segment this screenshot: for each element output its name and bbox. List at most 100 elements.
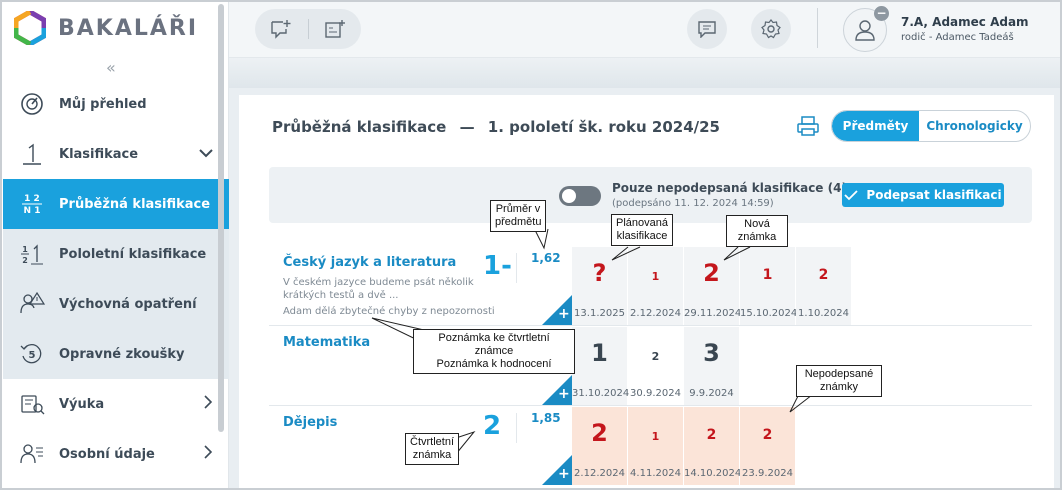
grade-value: 2 bbox=[591, 419, 608, 447]
messages-button[interactable] bbox=[687, 9, 727, 49]
view-switch: Předměty Chronologicky bbox=[831, 110, 1031, 142]
view-subjects-button[interactable]: Předměty bbox=[832, 111, 919, 141]
quarter-grade: 2 bbox=[483, 411, 502, 441]
chevron-right-icon bbox=[203, 445, 213, 463]
person-warning-icon bbox=[19, 291, 45, 317]
grade-date: 23.9.2024 bbox=[742, 468, 793, 479]
bakalari-logo-icon bbox=[14, 11, 46, 45]
callout-line: Plánovaná bbox=[616, 217, 668, 229]
grade-date: 31.10.2024 bbox=[572, 388, 630, 399]
grade-value: 2 bbox=[818, 267, 829, 283]
unsigned-only-toggle[interactable] bbox=[559, 186, 601, 206]
double-chevron-left-icon[interactable]: « bbox=[106, 58, 116, 77]
callout-line: známky bbox=[820, 381, 858, 393]
new-note-icon[interactable] bbox=[315, 9, 355, 49]
subject-average: 1,62 bbox=[531, 251, 561, 265]
profile-icon bbox=[19, 441, 45, 467]
callout-line: Nepodepsané bbox=[804, 368, 874, 380]
new-message-icon[interactable] bbox=[261, 9, 301, 49]
grade-value: 2 bbox=[651, 350, 660, 363]
grade-date: 30.9.2024 bbox=[630, 388, 681, 399]
top-bar: − 7.A, Adamec Adam rodič - Adamec Tadeáš bbox=[229, 0, 1062, 58]
svg-text:1: 1 bbox=[22, 245, 28, 254]
grade-cell[interactable]: 2 1.10.2024 bbox=[796, 247, 851, 325]
sidebar-scrollbar[interactable] bbox=[218, 4, 224, 432]
grade-date: 2.12.2024 bbox=[574, 468, 625, 479]
plus-icon[interactable]: + bbox=[558, 306, 570, 322]
grade-cell-unsigned[interactable]: 2 14.10.2024 bbox=[684, 407, 742, 485]
grade-date: 14.10.2024 bbox=[684, 468, 742, 479]
sidebar-item-label: Osobní údaje bbox=[59, 446, 155, 462]
callout-unsigned: Nepodepsané známky bbox=[796, 365, 882, 397]
callout-line: Nová bbox=[744, 218, 770, 230]
grade-cell[interactable]: 2 30.9.2024 bbox=[628, 327, 683, 405]
sign-grades-button[interactable]: Podepsat klasifikaci bbox=[842, 183, 1004, 207]
user-role: rodič - Adamec Tadeáš bbox=[901, 32, 1014, 43]
sidebar-item-osobni-udaje[interactable]: Osobní údaje bbox=[3, 429, 229, 479]
page-period: 1. pololetí šk. roku 2024/25 bbox=[487, 118, 720, 136]
grade-cell[interactable]: 1 31.10.2024 bbox=[572, 327, 630, 405]
plus-icon[interactable]: + bbox=[558, 466, 570, 482]
grade-cell-unsigned[interactable]: 2 2.12.2024 bbox=[572, 407, 627, 485]
callout-line: Čtvrtletní bbox=[410, 436, 455, 448]
grade-cell[interactable]: 2 29.11.2024 bbox=[684, 247, 741, 325]
page-title-main: Průběžná klasifikace bbox=[272, 118, 447, 136]
sidebar-item-vychovna-opatreni[interactable]: Výchovná opatření bbox=[3, 279, 229, 329]
grade-cell-unsigned[interactable]: 1 4.11.2024 bbox=[628, 407, 683, 485]
grades-card: Průběžná klasifikace — 1. pololetí šk. r… bbox=[239, 95, 1054, 490]
sidebar-item-label: Klasifikace bbox=[59, 146, 139, 162]
svg-text:5: 5 bbox=[29, 350, 36, 361]
signed-note: (podepsáno 11. 12. 2024 14:59) bbox=[612, 198, 774, 209]
divider bbox=[516, 413, 517, 443]
grade-cell[interactable]: 1 15.10.2024 bbox=[740, 247, 797, 325]
divider bbox=[817, 8, 818, 48]
grade-note: Adam dělá zbytečné chyby z nepozornosti bbox=[283, 306, 495, 317]
subject-name[interactable]: Český jazyk a literatura bbox=[283, 255, 456, 270]
view-chrono-button[interactable]: Chronologicky bbox=[919, 111, 1030, 141]
grade-value: 1 bbox=[651, 430, 660, 443]
gear-icon bbox=[761, 19, 781, 39]
settings-button[interactable] bbox=[751, 9, 791, 49]
divider bbox=[308, 19, 309, 39]
quarter-grade: 1- bbox=[483, 251, 512, 281]
user-icon bbox=[855, 20, 875, 41]
sidebar-item-vyuka[interactable]: Výuka bbox=[3, 379, 229, 429]
subject-note: V českém jazyce budeme psát několik krát… bbox=[283, 277, 474, 301]
subject-name[interactable]: Matematika bbox=[283, 335, 370, 350]
check-icon bbox=[844, 190, 859, 201]
subject-average: 1,85 bbox=[531, 411, 561, 425]
sidebar-item-prubezna-klasifikace[interactable]: 1 2N 1 Průběžná klasifikace bbox=[3, 179, 229, 229]
brand[interactable]: BAKALÁŘI bbox=[14, 10, 198, 46]
grade-date: 2.12.2024 bbox=[630, 308, 681, 319]
chevron-right-icon bbox=[203, 395, 213, 413]
sidebar-item-label: Výuka bbox=[59, 396, 105, 412]
user-badge[interactable]: − bbox=[874, 6, 889, 21]
sidebar-item-muj-prehled[interactable]: Můj přehled bbox=[3, 79, 229, 129]
grade-date: 1.10.2024 bbox=[798, 308, 849, 319]
grade-cell[interactable]: ? 13.1.2025 bbox=[572, 247, 627, 325]
grade-date: 9.9.2024 bbox=[689, 388, 734, 399]
fraction-icon: 1 2N 1 bbox=[19, 191, 45, 217]
user-name: 7.A, Adamec Adam bbox=[901, 15, 1029, 29]
plus-icon[interactable]: + bbox=[558, 386, 570, 402]
divider bbox=[269, 325, 1032, 326]
sidebar-item-klasifikace[interactable]: Klasifikace bbox=[3, 129, 229, 179]
grade-value: 2 bbox=[706, 427, 717, 443]
retake-icon: 5 bbox=[19, 341, 45, 367]
grade-cell-unsigned[interactable]: 2 23.9.2024 bbox=[740, 407, 795, 485]
grade-cell[interactable]: 3 9.9.2024 bbox=[684, 327, 739, 405]
grade-value: 1 bbox=[651, 270, 660, 283]
sidebar-item-label: Pololetní klasifikace bbox=[59, 246, 207, 262]
sidebar-item-label: Průběžná klasifikace bbox=[59, 196, 211, 212]
divider bbox=[269, 405, 1032, 406]
callout-quarter-grade: Čtvrtletní známka bbox=[405, 433, 459, 465]
grade-cell[interactable]: 1 2.12.2024 bbox=[628, 247, 683, 325]
sidebar-item-opravne-zkousky[interactable]: 5 Opravné zkoušky bbox=[3, 329, 229, 379]
half-icon: 12 bbox=[19, 241, 45, 267]
message-icon bbox=[698, 21, 716, 38]
print-icon[interactable] bbox=[796, 115, 820, 141]
sidebar-item-label: Výchovná opatření bbox=[59, 296, 197, 312]
sidebar-item-pololetni-klasifikace[interactable]: 12 Pololetní klasifikace bbox=[3, 229, 229, 279]
subject-name[interactable]: Dějepis bbox=[283, 415, 337, 430]
callout-average: Průměr v předmětu bbox=[490, 200, 546, 232]
